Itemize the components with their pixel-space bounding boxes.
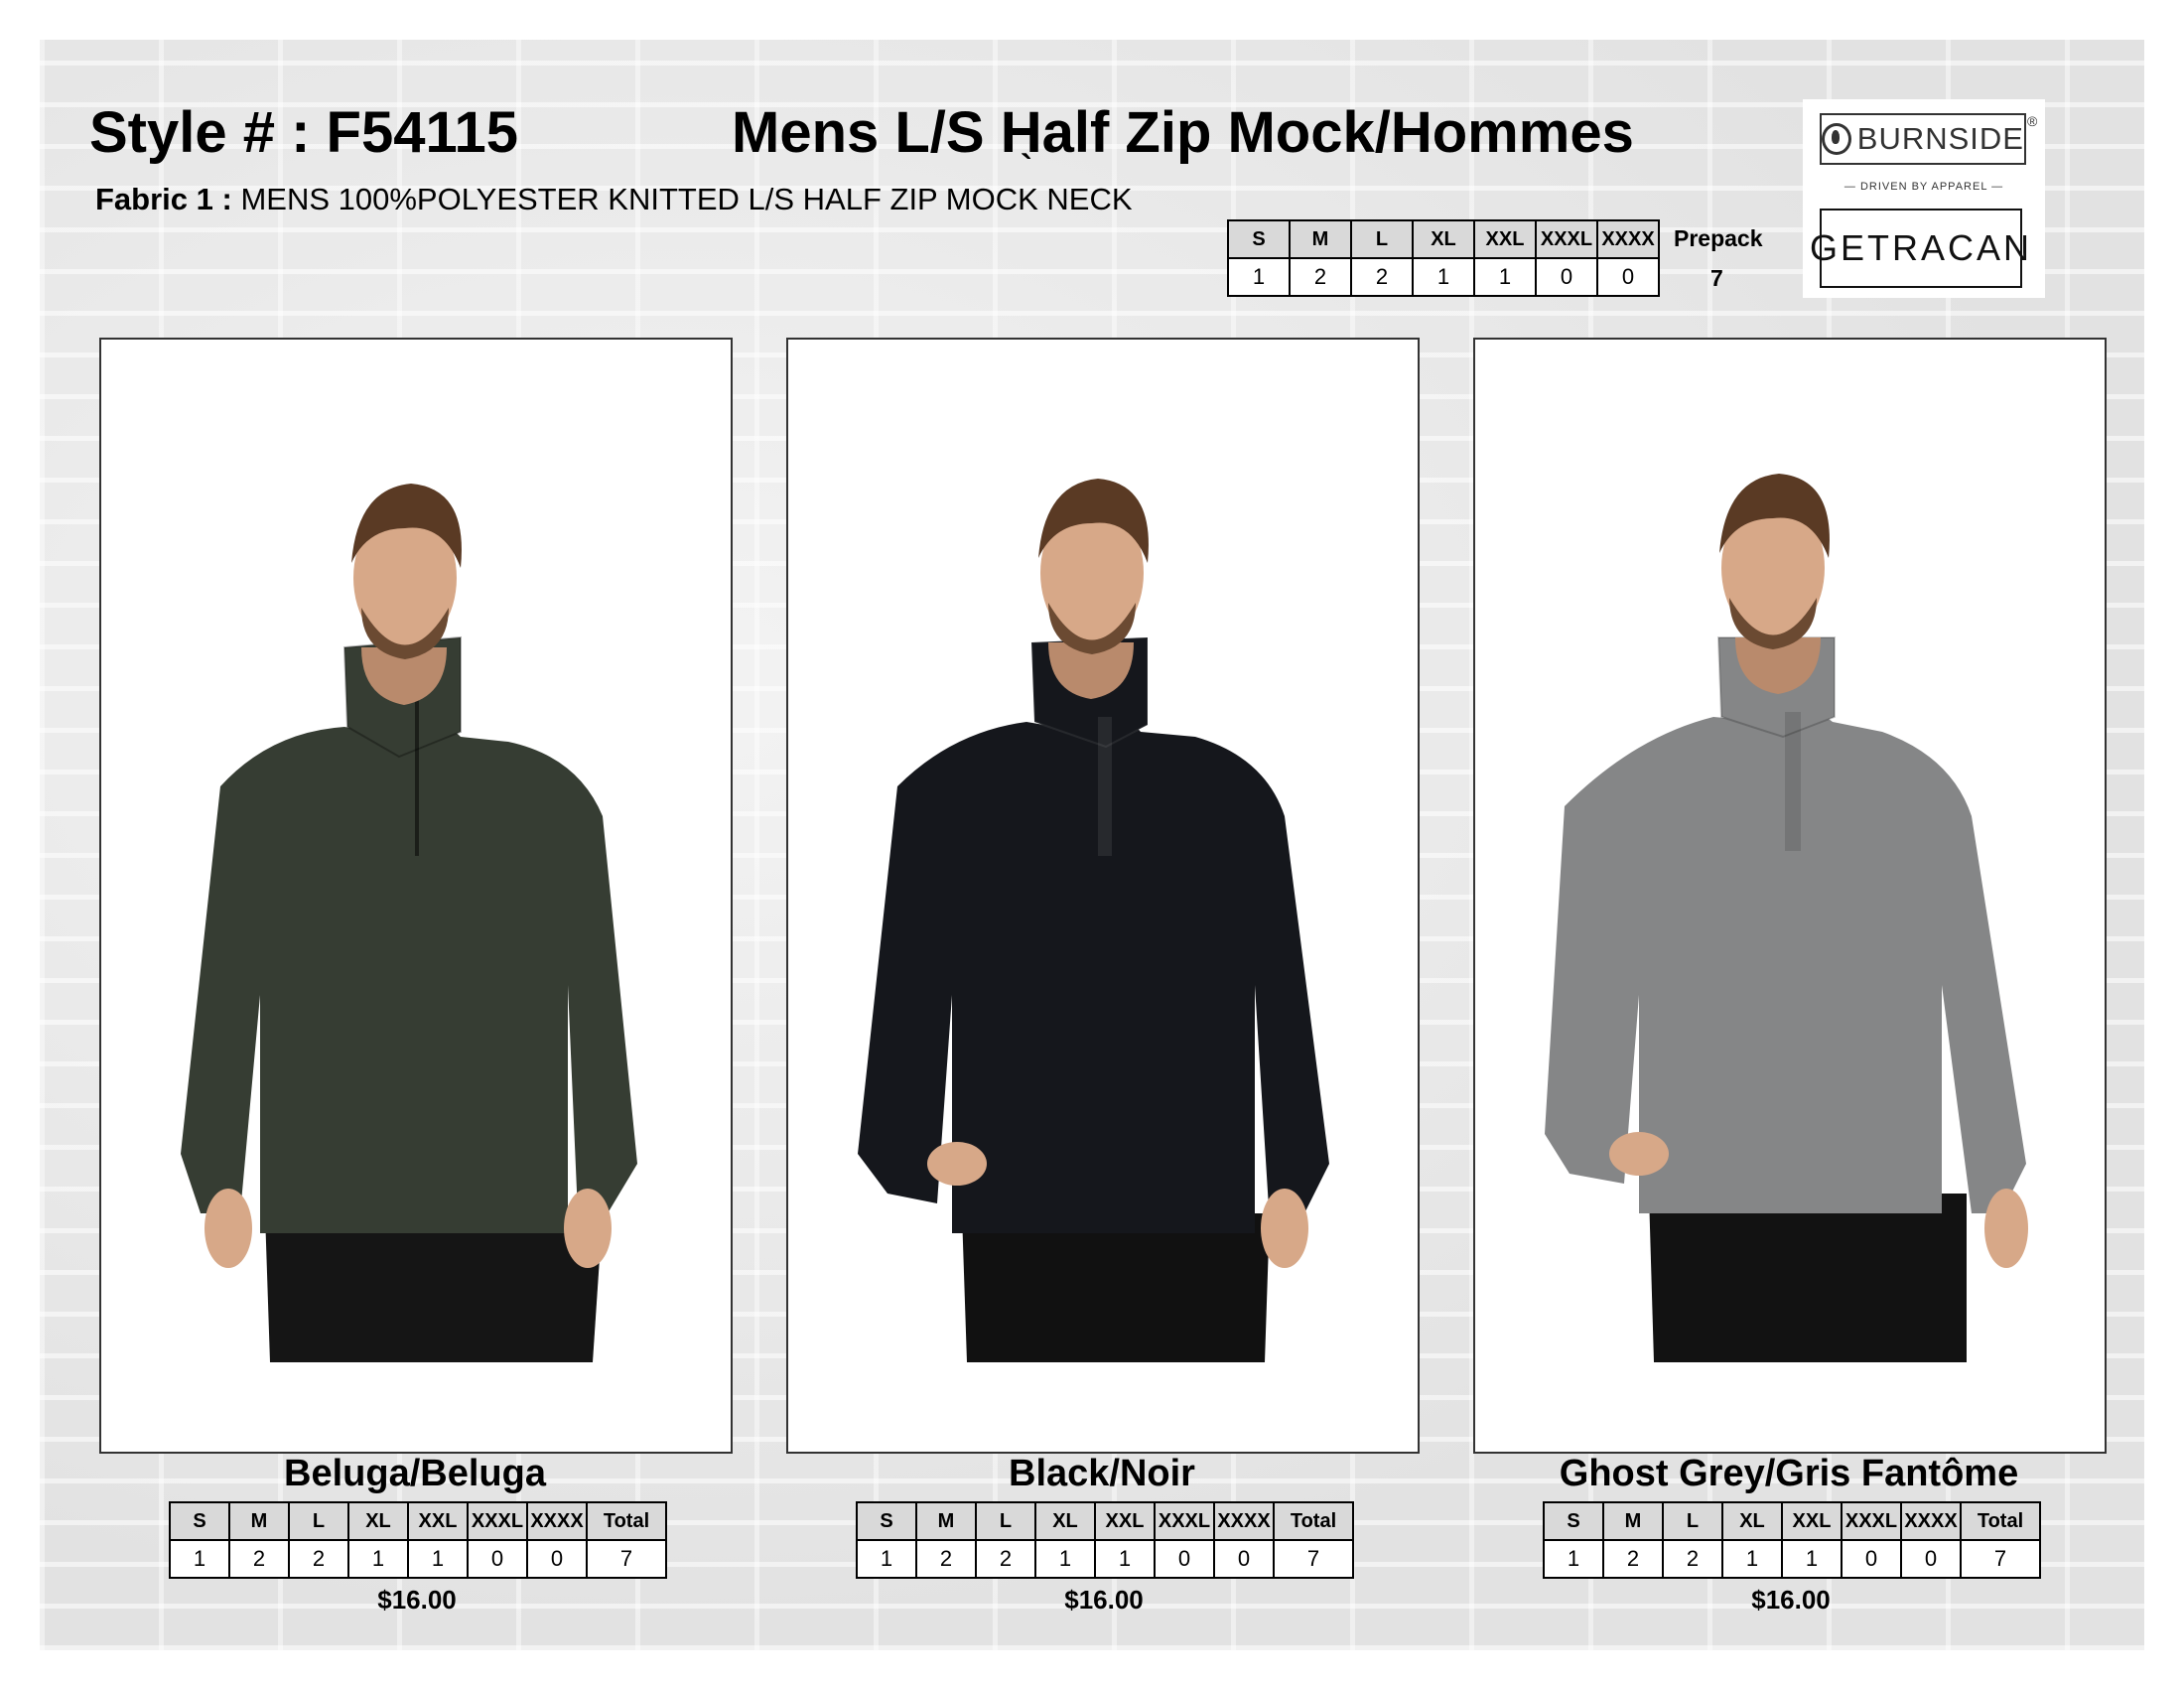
- size-qty: 0: [1213, 1539, 1275, 1579]
- product-photo: [99, 338, 733, 1454]
- size-qty: 1: [407, 1539, 469, 1579]
- size-qty: 0: [1596, 257, 1660, 297]
- size-header: XXXX: [1213, 1501, 1275, 1541]
- color-name: Black/Noir: [1009, 1453, 1195, 1494]
- size-qty: 2: [975, 1539, 1036, 1579]
- size-header: XXXL: [1535, 219, 1598, 259]
- size-qty: 2: [1602, 1539, 1664, 1579]
- size-qty: 0: [526, 1539, 588, 1579]
- price: $16.00: [377, 1585, 457, 1615]
- model-illustration: [858, 479, 1329, 1362]
- size-qty: 0: [1154, 1539, 1215, 1579]
- product-photo: [1473, 338, 2107, 1454]
- size-header: XXL: [407, 1501, 469, 1541]
- size-qty: 0: [1900, 1539, 1962, 1579]
- size-header: XL: [1034, 1501, 1096, 1541]
- size-header: M: [228, 1501, 290, 1541]
- size-header: XXXL: [467, 1501, 528, 1541]
- prepack-size-table: S M L XL XXL XXXL XXXX 1 2 2 1 1 0 0: [1227, 219, 1660, 297]
- size-qty: 0: [1535, 257, 1598, 297]
- fabric-description: Fabric 1 : MENS 100%POLYESTER KNITTED L/…: [95, 182, 1133, 217]
- size-header: XXXX: [526, 1501, 588, 1541]
- size-qty: 1: [347, 1539, 409, 1579]
- color-name: Ghost Grey/Gris Fantôme: [1559, 1453, 2019, 1494]
- total-qty: 7: [1960, 1539, 2041, 1579]
- size-header: L: [1350, 219, 1414, 259]
- size-qty: 1: [1412, 257, 1475, 297]
- size-qty: 1: [1094, 1539, 1156, 1579]
- prepack-label: Prepack: [1674, 225, 1763, 251]
- size-qty: 2: [1662, 1539, 1723, 1579]
- getracan-logo: GETRACAN: [1810, 209, 2029, 288]
- size-header: S: [856, 1501, 917, 1541]
- size-header: XXXL: [1841, 1501, 1902, 1541]
- size-header: L: [975, 1501, 1036, 1541]
- product-size-table: S M L XL XXL XXXL XXXX Total 1 2 2 1 1 0…: [856, 1501, 1354, 1579]
- fabric-text: MENS 100%POLYESTER KNITTED L/S HALF ZIP …: [240, 182, 1133, 216]
- size-header: XXXX: [1596, 219, 1660, 259]
- burnside-logo: BURNSIDE: [1820, 113, 2026, 165]
- size-qty: 1: [856, 1539, 917, 1579]
- size-qty: 1: [1034, 1539, 1096, 1579]
- size-qty: 1: [1721, 1539, 1783, 1579]
- size-header: XL: [1412, 219, 1475, 259]
- total-qty: 7: [1273, 1539, 1354, 1579]
- size-qty: 1: [1543, 1539, 1604, 1579]
- prepack-total: 7: [1710, 265, 1723, 291]
- size-header: M: [1289, 219, 1352, 259]
- size-qty: 2: [1350, 257, 1414, 297]
- size-header: XL: [347, 1501, 409, 1541]
- size-header: XXL: [1473, 219, 1537, 259]
- total-header: Total: [1960, 1501, 2041, 1541]
- size-qty: 2: [1289, 257, 1352, 297]
- size-header: L: [288, 1501, 349, 1541]
- product-size-table: S M L XL XXL XXXL XXXX Total 1 2 2 1 1 0…: [1543, 1501, 2041, 1579]
- brand-logos: BURNSIDE ® — DRIVEN BY APPAREL — GETRACA…: [1803, 99, 2045, 298]
- size-header: XXL: [1781, 1501, 1843, 1541]
- total-qty: 7: [586, 1539, 667, 1579]
- price: $16.00: [1064, 1585, 1144, 1615]
- size-qty: 1: [169, 1539, 230, 1579]
- model-illustration: [181, 484, 637, 1362]
- size-header: S: [1543, 1501, 1604, 1541]
- size-qty: 0: [1841, 1539, 1902, 1579]
- logo-tagline: — DRIVEN BY APPAREL —: [1843, 181, 2004, 193]
- registered-mark: ®: [2027, 113, 2038, 129]
- size-header: XXL: [1094, 1501, 1156, 1541]
- size-header: L: [1662, 1501, 1723, 1541]
- price: $16.00: [1751, 1585, 1831, 1615]
- size-qty: 2: [228, 1539, 290, 1579]
- total-header: Total: [1273, 1501, 1354, 1541]
- size-header: XL: [1721, 1501, 1783, 1541]
- size-header: M: [1602, 1501, 1664, 1541]
- burnside-wordmark: BURNSIDE: [1856, 121, 2024, 156]
- color-name: Beluga/Beluga: [284, 1453, 546, 1494]
- product-photo: [786, 338, 1420, 1454]
- size-qty: 1: [1781, 1539, 1843, 1579]
- size-header: XXXL: [1154, 1501, 1215, 1541]
- flame-icon: [1822, 123, 1851, 155]
- size-header: S: [169, 1501, 230, 1541]
- model-illustration: [1545, 474, 2028, 1362]
- size-header: S: [1227, 219, 1291, 259]
- size-qty: 1: [1473, 257, 1537, 297]
- fabric-label: Fabric 1 :: [95, 182, 232, 216]
- page-title: Mens L/S Half Zip Mock/Hommes: [732, 100, 1634, 165]
- size-qty: 1: [1227, 257, 1291, 297]
- size-header: M: [915, 1501, 977, 1541]
- total-header: Total: [586, 1501, 667, 1541]
- style-number: Style # : F54115: [89, 100, 519, 165]
- size-qty: 2: [288, 1539, 349, 1579]
- size-qty: 2: [915, 1539, 977, 1579]
- size-qty: 0: [467, 1539, 528, 1579]
- size-header: XXXX: [1900, 1501, 1962, 1541]
- product-size-table: S M L XL XXL XXXL XXXX Total 1 2 2 1 1 0…: [169, 1501, 667, 1579]
